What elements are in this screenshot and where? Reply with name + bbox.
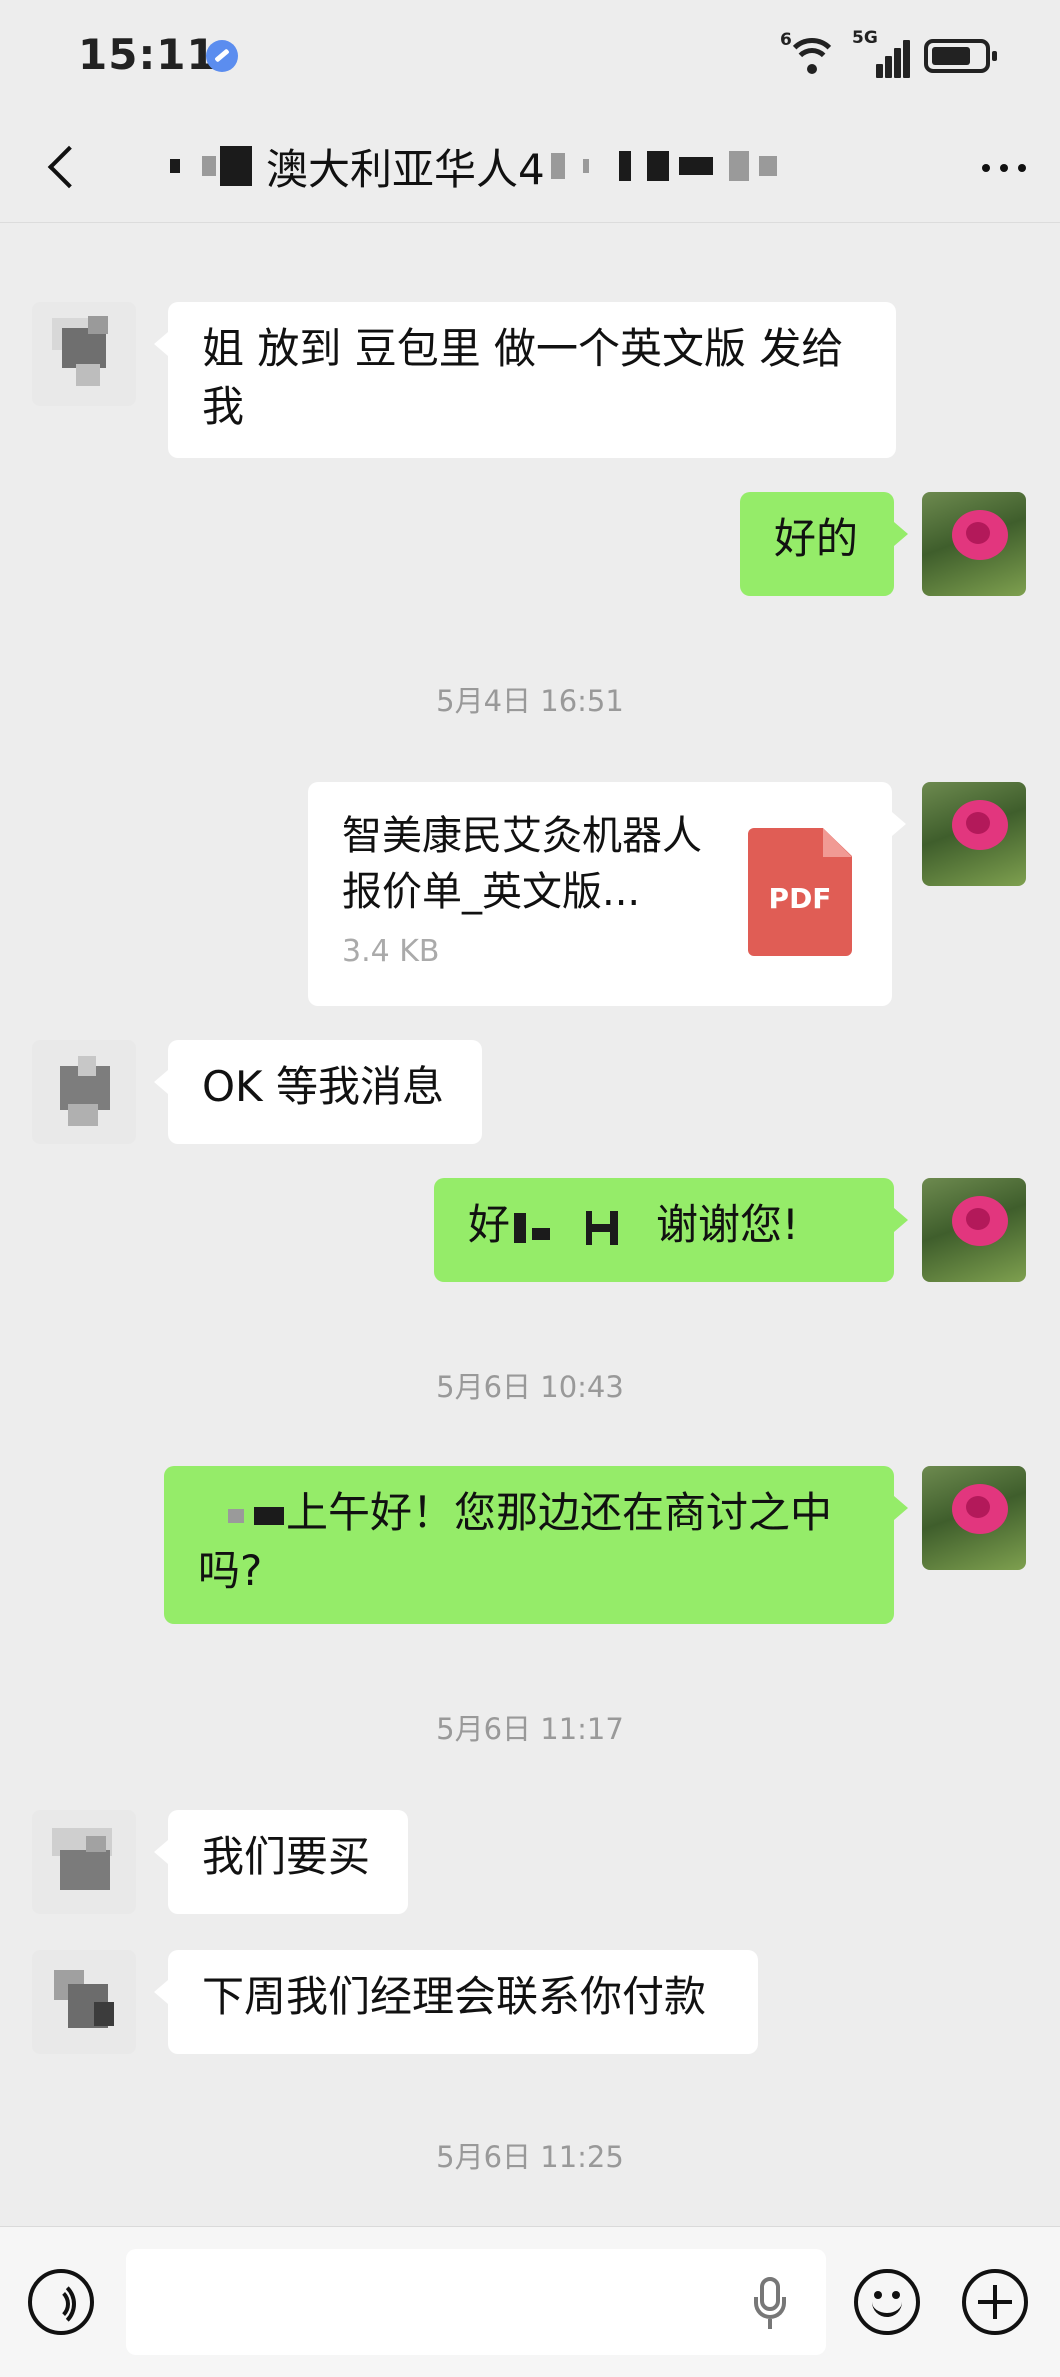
my-avatar[interactable] bbox=[922, 492, 1026, 596]
wifi-label: 6 bbox=[780, 30, 792, 50]
input-bar bbox=[0, 2226, 1060, 2377]
contact-avatar[interactable] bbox=[32, 1810, 136, 1914]
file-size: 3.4 KB bbox=[342, 934, 440, 969]
message-input[interactable] bbox=[126, 2249, 826, 2355]
message-text: 我们要买 bbox=[202, 1832, 371, 1881]
timestamp: 5月6日 11:17 bbox=[436, 1712, 624, 1746]
message-text: 上午好！您那边还在商讨之中吗? bbox=[198, 1488, 833, 1595]
message-bubble-incoming[interactable]: 我们要买 bbox=[154, 1810, 408, 1914]
message-bubble-incoming[interactable]: OK 等我消息 bbox=[154, 1040, 482, 1144]
status-time: 15:11 bbox=[78, 30, 217, 79]
cellular-signal-icon: 5G bbox=[852, 28, 910, 78]
chevron-left-icon[interactable] bbox=[40, 142, 90, 192]
chat-header: 澳大利亚华人4 bbox=[0, 112, 1060, 223]
contact-avatar[interactable] bbox=[32, 1040, 136, 1144]
emoji-icon[interactable] bbox=[854, 2269, 920, 2335]
status-bar: 15:11 6 5G bbox=[0, 0, 1060, 112]
pdf-type-label: PDF bbox=[768, 882, 832, 915]
my-avatar[interactable] bbox=[922, 782, 1026, 886]
more-dots-icon[interactable] bbox=[982, 164, 1026, 172]
message-bubble-outgoing[interactable]: 好 谢谢您! bbox=[434, 1178, 908, 1282]
timestamp: 5月6日 11:25 bbox=[436, 2140, 624, 2174]
message-text-end: 谢谢您! bbox=[656, 1200, 799, 1249]
message-text-start: 好 bbox=[468, 1200, 511, 1249]
timestamp: 5月6日 10:43 bbox=[436, 1370, 624, 1404]
message-text: OK 等我消息 bbox=[202, 1062, 444, 1111]
my-avatar[interactable] bbox=[922, 1178, 1026, 1282]
contact-avatar[interactable] bbox=[32, 302, 136, 406]
file-message-card[interactable]: 智美康民艾灸机器人报价单_英文版... 3.4 KB PDF bbox=[308, 782, 906, 1006]
message-bubble-incoming[interactable]: 姐 放到 豆包里 做一个英文版 发给我 bbox=[154, 302, 896, 458]
system-icons: 6 5G bbox=[780, 28, 997, 80]
message-bubble-outgoing[interactable]: 上午好！您那边还在商讨之中吗? bbox=[164, 1466, 908, 1624]
timestamp: 5月4日 16:51 bbox=[436, 684, 624, 718]
my-avatar[interactable] bbox=[922, 1466, 1026, 1570]
app-notification-icon bbox=[206, 40, 238, 72]
voice-icon[interactable] bbox=[28, 2269, 94, 2335]
message-text: 下周我们经理会联系你付款 bbox=[202, 1972, 707, 2021]
message-bubble-outgoing[interactable]: 好的 bbox=[740, 492, 908, 596]
message-text: 姐 放到 豆包里 做一个英文版 发给我 bbox=[202, 324, 844, 431]
battery-level-fill bbox=[932, 47, 970, 65]
file-name: 智美康民艾灸机器人报价单_英文版... bbox=[342, 813, 702, 915]
wifi-icon: 6 bbox=[780, 30, 839, 76]
network-type-label: 5G bbox=[852, 28, 878, 48]
chat-title: 澳大利亚华人4 bbox=[266, 144, 545, 194]
message-text: 好的 bbox=[774, 514, 859, 563]
contact-avatar[interactable] bbox=[32, 1950, 136, 2054]
plus-icon[interactable] bbox=[962, 2269, 1028, 2335]
chat-title-wrap: 澳大利亚华人4 bbox=[170, 138, 890, 194]
battery-icon bbox=[924, 39, 997, 73]
message-bubble-incoming[interactable]: 下周我们经理会联系你付款 bbox=[154, 1950, 758, 2054]
